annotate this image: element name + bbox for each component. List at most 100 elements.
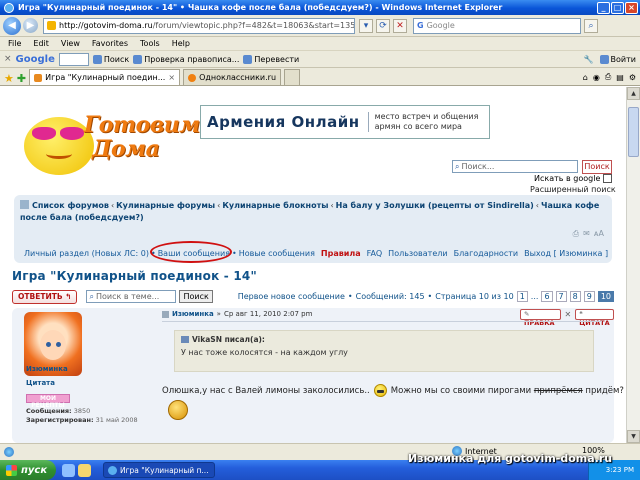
thanks-link[interactable]: Благодарности xyxy=(454,249,519,258)
home-icon xyxy=(20,200,29,209)
crumb-cinderella[interactable]: На балу у Золушки (рецепты от Sindirella… xyxy=(336,201,534,210)
tools-menu-icon[interactable]: ⚙ xyxy=(629,73,636,82)
tab-close-icon[interactable]: × xyxy=(168,73,175,82)
watermark: Изюминка для gotovim-doma.ru xyxy=(408,452,613,465)
user-icon xyxy=(599,54,609,64)
user-nav: Личный раздел (Новых ЛС: 0) • Ваши сообщ… xyxy=(24,248,609,258)
forum-search-button[interactable]: Поиск xyxy=(582,160,612,174)
advanced-search-link[interactable]: Расширенный поиск xyxy=(530,185,616,194)
google-toolbar-input[interactable] xyxy=(58,52,89,66)
print-icon[interactable]: ⎙ xyxy=(605,72,611,82)
menu-favorites[interactable]: Favorites xyxy=(92,39,128,48)
ad-banner[interactable]: Армения Онлайн место встреч и общения арм… xyxy=(200,105,490,139)
search-icon: ⌕ xyxy=(455,161,460,171)
topic-search-button[interactable]: Поиск xyxy=(179,290,213,303)
web-page: Готовим Дома Армения Онлайн место встреч… xyxy=(0,87,626,443)
search-icon[interactable]: ⌕ xyxy=(584,18,598,33)
crumb-notebooks[interactable]: Кулинарные блокноты xyxy=(222,201,328,210)
menu-view[interactable]: View xyxy=(61,39,80,48)
wrench-icon[interactable]: 🔧 xyxy=(584,55,594,64)
new-tab-button[interactable] xyxy=(284,69,301,85)
close-button[interactable]: × xyxy=(625,1,638,14)
menu-tools[interactable]: Tools xyxy=(140,39,160,48)
scroll-up-icon[interactable]: ▲ xyxy=(627,87,640,100)
new-posts-link[interactable]: Новые сообщения xyxy=(239,249,315,258)
rules-link[interactable]: Правила xyxy=(321,249,361,258)
add-favorites-icon[interactable]: ✚ xyxy=(17,72,26,85)
my-recipes-badge[interactable]: МОИ РЕЦЕПТЫ xyxy=(26,394,70,409)
tab-game[interactable]: Игра "Кулинарный поедин... × xyxy=(29,69,181,85)
users-link[interactable]: Пользователи xyxy=(388,249,447,258)
forward-button[interactable]: ▶ xyxy=(23,18,38,33)
post-buttons: ✎ ПРАВКА ✕ ❝ ЦИТАТА xyxy=(520,309,614,327)
toolbar-close-icon[interactable]: × xyxy=(4,54,12,64)
taskbar-ie-window[interactable]: Игра "Кулинарный п... xyxy=(103,462,215,478)
print-icon[interactable]: ⎙ xyxy=(573,229,579,239)
window-titlebar: Игра "Кулинарный поединок - 14" • Чашка … xyxy=(0,0,640,15)
email-icon[interactable]: ✉ xyxy=(583,229,590,239)
smile-icon xyxy=(46,149,72,159)
smiley-cool-icon xyxy=(373,384,387,397)
page-link[interactable]: 8 xyxy=(569,291,581,302)
feeds-icon[interactable]: ◉ xyxy=(593,73,600,82)
crumb-forums[interactable]: Список форумов xyxy=(32,201,109,210)
refresh-icon[interactable]: ⟳ xyxy=(376,18,390,33)
crumb-culinary-forums[interactable]: Кулинарные форумы xyxy=(116,201,215,210)
translate-button[interactable]: Перевести xyxy=(243,54,299,64)
search-icon: ⌕ xyxy=(89,292,94,301)
google-checkbox[interactable] xyxy=(603,174,613,183)
nav-panel: Список форумов ‹ Кулинарные форумы ‹ Кулинар… xyxy=(14,195,612,263)
scroll-thumb[interactable] xyxy=(628,107,639,157)
page-link[interactable]: 9 xyxy=(583,291,595,302)
topic-title[interactable]: Игра "Кулинарный поединок - 14" xyxy=(12,269,257,283)
stop-icon[interactable]: ✕ xyxy=(393,18,407,33)
ie-icon xyxy=(4,2,14,13)
menu-file[interactable]: File xyxy=(8,39,21,48)
favorites-star-icon[interactable]: ★ xyxy=(4,72,14,85)
font-size-icon[interactable]: ᴀA xyxy=(594,229,604,239)
google-logo: Google xyxy=(15,53,55,65)
site-logo[interactable]: Готовим Дома xyxy=(24,105,200,185)
tab-bar: ★ ✚ Игра "Кулинарный поедин... × Однокла… xyxy=(0,68,640,86)
page-menu-icon[interactable]: ▤ xyxy=(616,73,624,82)
sunglasses-icon xyxy=(30,127,90,141)
ie-quicklaunch-icon[interactable] xyxy=(62,463,75,477)
signin-button[interactable]: Войти xyxy=(599,54,636,64)
reply-button[interactable]: ОТВЕТИТЬ ↰ xyxy=(12,289,78,304)
search-icon xyxy=(92,54,102,64)
red-circle-annotation xyxy=(150,241,232,263)
maximize-button[interactable]: □ xyxy=(611,1,624,14)
first-new-post-link[interactable]: Первое новое сообщение xyxy=(238,292,345,301)
google-search-button[interactable]: Поиск xyxy=(92,54,129,64)
tab-odnoklassniki[interactable]: Одноклассники.ru xyxy=(183,69,282,85)
folder-quicklaunch-icon[interactable] xyxy=(78,463,91,477)
banner-title: Армения Онлайн xyxy=(207,113,360,131)
scroll-down-icon[interactable]: ▼ xyxy=(627,430,640,443)
minimize-button[interactable]: _ xyxy=(597,1,610,14)
menu-help[interactable]: Help xyxy=(172,39,190,48)
logout-link[interactable]: Выход [ Изюминка ] xyxy=(524,249,608,258)
menu-edit[interactable]: Edit xyxy=(33,39,49,48)
personal-link[interactable]: Личный раздел (Новых ЛС: 0) xyxy=(24,249,149,258)
page-link[interactable]: 7 xyxy=(555,291,567,302)
post-author[interactable]: Изюминка xyxy=(172,310,214,318)
faq-link[interactable]: FAQ xyxy=(367,249,383,258)
profile-username[interactable]: Изюминка xyxy=(26,365,68,373)
address-input[interactable]: http://gotovim-doma.ru/forum/viewtopic.p… xyxy=(43,17,355,34)
home-icon[interactable]: ⌂ xyxy=(583,73,588,82)
dropdown-icon[interactable]: ▾ xyxy=(359,18,373,33)
topic-search-input[interactable]: ⌕ Поиск в теме... xyxy=(86,290,177,303)
start-button[interactable]: пуск xyxy=(0,460,56,480)
browser-search-input[interactable]: G Google xyxy=(413,17,581,34)
page-link[interactable]: 1 xyxy=(516,291,528,302)
search-placeholder: Поиск... xyxy=(461,162,495,171)
spellcheck-button[interactable]: Проверка правописа... xyxy=(133,54,239,64)
delete-icon[interactable]: ✕ xyxy=(565,309,572,320)
quote-button[interactable]: ❝ ЦИТАТА xyxy=(575,309,614,327)
tab-label: Одноклассники.ru xyxy=(199,73,277,82)
page-link[interactable]: 6 xyxy=(541,291,553,302)
vertical-scrollbar[interactable]: ▲ ▼ xyxy=(626,87,640,443)
edit-button[interactable]: ✎ ПРАВКА xyxy=(520,309,561,327)
forum-search-input[interactable]: ⌕ Поиск... xyxy=(452,160,578,173)
back-button[interactable]: ◀ xyxy=(3,16,21,35)
